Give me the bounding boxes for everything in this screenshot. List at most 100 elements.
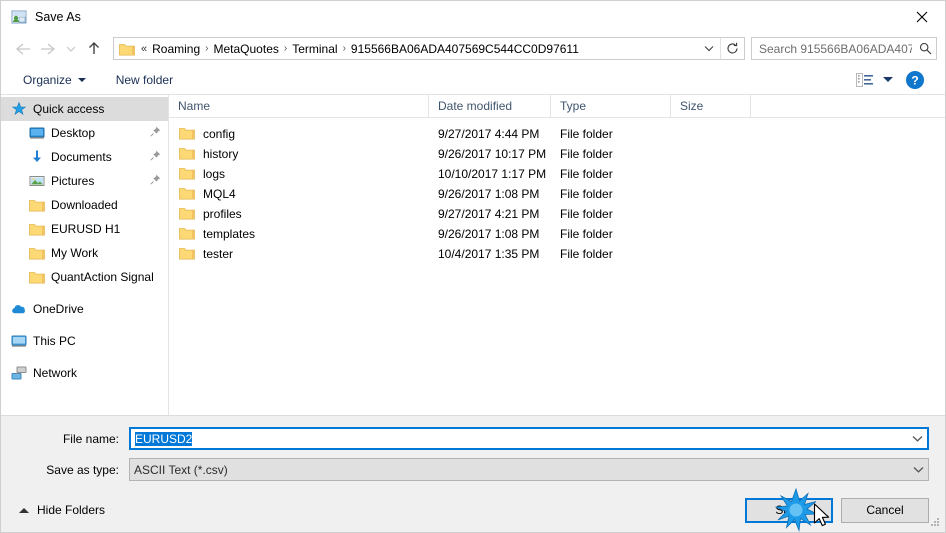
- file-type-cell: File folder: [560, 167, 613, 181]
- back-button[interactable]: [9, 36, 35, 62]
- sidebar-item-eurusd-h1[interactable]: EURUSD H1: [1, 217, 168, 241]
- navigation-pane: Quick access Desktop Documents Pictures …: [1, 95, 169, 415]
- file-name-label: config: [203, 127, 236, 141]
- table-row[interactable]: tester 10/4/2017 1:35 PM File folder: [169, 244, 945, 264]
- file-type-cell: File folder: [560, 247, 613, 261]
- dialog-body: Quick access Desktop Documents Pictures …: [1, 95, 945, 416]
- sidebar-item-onedrive[interactable]: OneDrive: [1, 297, 168, 321]
- table-row[interactable]: logs 10/10/2017 1:17 PM File folder: [169, 164, 945, 184]
- pin-icon[interactable]: [150, 150, 162, 164]
- close-button[interactable]: [899, 1, 945, 32]
- chevron-down-icon[interactable]: [883, 77, 893, 82]
- file-name-cell[interactable]: history: [169, 147, 429, 161]
- file-date-cell: 9/26/2017 1:08 PM: [438, 227, 540, 241]
- refresh-button[interactable]: [720, 38, 744, 59]
- search-icon: [914, 42, 936, 55]
- file-type-cell: File folder: [560, 227, 613, 241]
- sidebar-item-network[interactable]: Network: [1, 361, 168, 385]
- file-name-cell[interactable]: logs: [169, 167, 429, 181]
- search-box[interactable]: [751, 37, 937, 60]
- filetype-combobox[interactable]: ASCII Text (*.csv): [129, 458, 929, 481]
- sidebar-item-label: OneDrive: [33, 302, 84, 316]
- filetype-dropdown-button[interactable]: [907, 459, 928, 480]
- folder-icon: [179, 207, 195, 221]
- column-header-size[interactable]: Size: [671, 95, 751, 118]
- file-name-label: logs: [203, 167, 226, 181]
- recent-locations-button[interactable]: [61, 36, 81, 62]
- forward-button[interactable]: [35, 36, 61, 62]
- hide-folders-label: Hide Folders: [37, 503, 106, 517]
- column-header-date-modified[interactable]: Date modified: [429, 95, 551, 118]
- file-name-cell[interactable]: MQL4: [169, 187, 429, 201]
- save-as-icon: [11, 9, 27, 25]
- new-folder-button[interactable]: New folder: [108, 70, 181, 90]
- filename-dropdown-button[interactable]: [906, 429, 927, 448]
- sidebar-item-label: EURUSD H1: [51, 222, 121, 236]
- breadcrumb-overflow[interactable]: «: [139, 43, 149, 55]
- sidebar-item-this-pc[interactable]: This PC: [1, 329, 168, 353]
- help-icon[interactable]: ?: [905, 70, 925, 90]
- file-type-cell: File folder: [560, 187, 613, 201]
- up-button[interactable]: [81, 36, 107, 62]
- file-name-label: tester: [203, 247, 234, 261]
- folder-icon: [179, 187, 195, 201]
- folder-icon: [29, 245, 45, 261]
- column-header-name[interactable]: Name ⌃: [169, 95, 429, 118]
- pin-icon[interactable]: [150, 126, 162, 140]
- view-list-icon[interactable]: [853, 72, 877, 87]
- sidebar-item-label: My Work: [51, 246, 99, 260]
- table-row[interactable]: history 9/26/2017 10:17 PM File folder: [169, 144, 945, 164]
- sidebar-item-pictures[interactable]: Pictures: [1, 169, 168, 193]
- file-date-cell: 9/26/2017 1:08 PM: [438, 187, 540, 201]
- file-type-cell: File folder: [560, 207, 613, 221]
- folder-icon: [29, 197, 45, 213]
- filename-input[interactable]: EURUSD2: [131, 431, 906, 446]
- column-header-name-label: Name: [178, 99, 211, 113]
- sidebar-item-documents[interactable]: Documents: [1, 145, 168, 169]
- sidebar-item-my-work[interactable]: My Work: [1, 241, 168, 265]
- address-dropdown-button[interactable]: [698, 38, 720, 59]
- breadcrumb-item-metaquotes[interactable]: MetaQuotes: [211, 42, 282, 56]
- table-row[interactable]: templates 9/26/2017 1:08 PM File folder: [169, 224, 945, 244]
- organize-button[interactable]: Organize: [15, 70, 94, 90]
- pictures-icon: [29, 173, 45, 189]
- network-icon: [11, 365, 27, 381]
- breadcrumb[interactable]: « Roaming › MetaQuotes › Terminal › 9155…: [139, 42, 698, 56]
- sidebar-item-label: Network: [33, 366, 78, 380]
- breadcrumb-item-terminal[interactable]: Terminal: [289, 42, 340, 56]
- sidebar-item-desktop[interactable]: Desktop: [1, 121, 168, 145]
- thispc-icon: [11, 333, 27, 349]
- sidebar-item-downloaded[interactable]: Downloaded: [1, 193, 168, 217]
- table-row[interactable]: MQL4 9/26/2017 1:08 PM File folder: [169, 184, 945, 204]
- sidebar-item-quantaction-signal[interactable]: QuantAction Signal: [1, 265, 168, 289]
- file-date-cell: 9/27/2017 4:21 PM: [438, 207, 540, 221]
- save-button-label: Save: [775, 503, 803, 517]
- column-header-type-label: Type: [560, 99, 587, 113]
- file-name-cell[interactable]: templates: [169, 227, 429, 241]
- filename-value: EURUSD2: [135, 431, 193, 446]
- file-list: Name ⌃ Date modified Type Size config 9/…: [169, 95, 945, 415]
- pin-icon[interactable]: [150, 174, 162, 188]
- resize-grip[interactable]: [929, 516, 941, 528]
- breadcrumb-item-roaming[interactable]: Roaming: [149, 42, 203, 56]
- column-header-type[interactable]: Type: [551, 95, 671, 118]
- cancel-button[interactable]: Cancel: [841, 497, 929, 523]
- table-row[interactable]: profiles 9/27/2017 4:21 PM File folder: [169, 204, 945, 224]
- file-name-cell[interactable]: tester: [169, 247, 429, 261]
- sidebar-item-quick-access[interactable]: Quick access: [1, 97, 168, 121]
- table-row[interactable]: config 9/27/2017 4:44 PM File folder: [169, 124, 945, 144]
- filename-combobox[interactable]: EURUSD2: [129, 427, 929, 450]
- search-input[interactable]: [752, 40, 914, 57]
- chevron-up-icon: [19, 507, 29, 513]
- onedrive-icon: [11, 301, 27, 317]
- filetype-label: Save as type:: [46, 462, 119, 477]
- sidebar-item-label: This PC: [33, 334, 76, 348]
- breadcrumb-item-terminal-id[interactable]: 915566BA06ADA407569C544CC0D97611: [348, 42, 582, 56]
- new-folder-label: New folder: [115, 72, 174, 87]
- address-bar[interactable]: « Roaming › MetaQuotes › Terminal › 9155…: [113, 37, 745, 60]
- file-name-cell[interactable]: config: [169, 127, 429, 141]
- organize-label: Organize: [23, 72, 72, 87]
- file-name-cell[interactable]: profiles: [169, 207, 429, 221]
- save-button[interactable]: Save: [745, 497, 833, 523]
- hide-folders-button[interactable]: Hide Folders: [17, 503, 105, 517]
